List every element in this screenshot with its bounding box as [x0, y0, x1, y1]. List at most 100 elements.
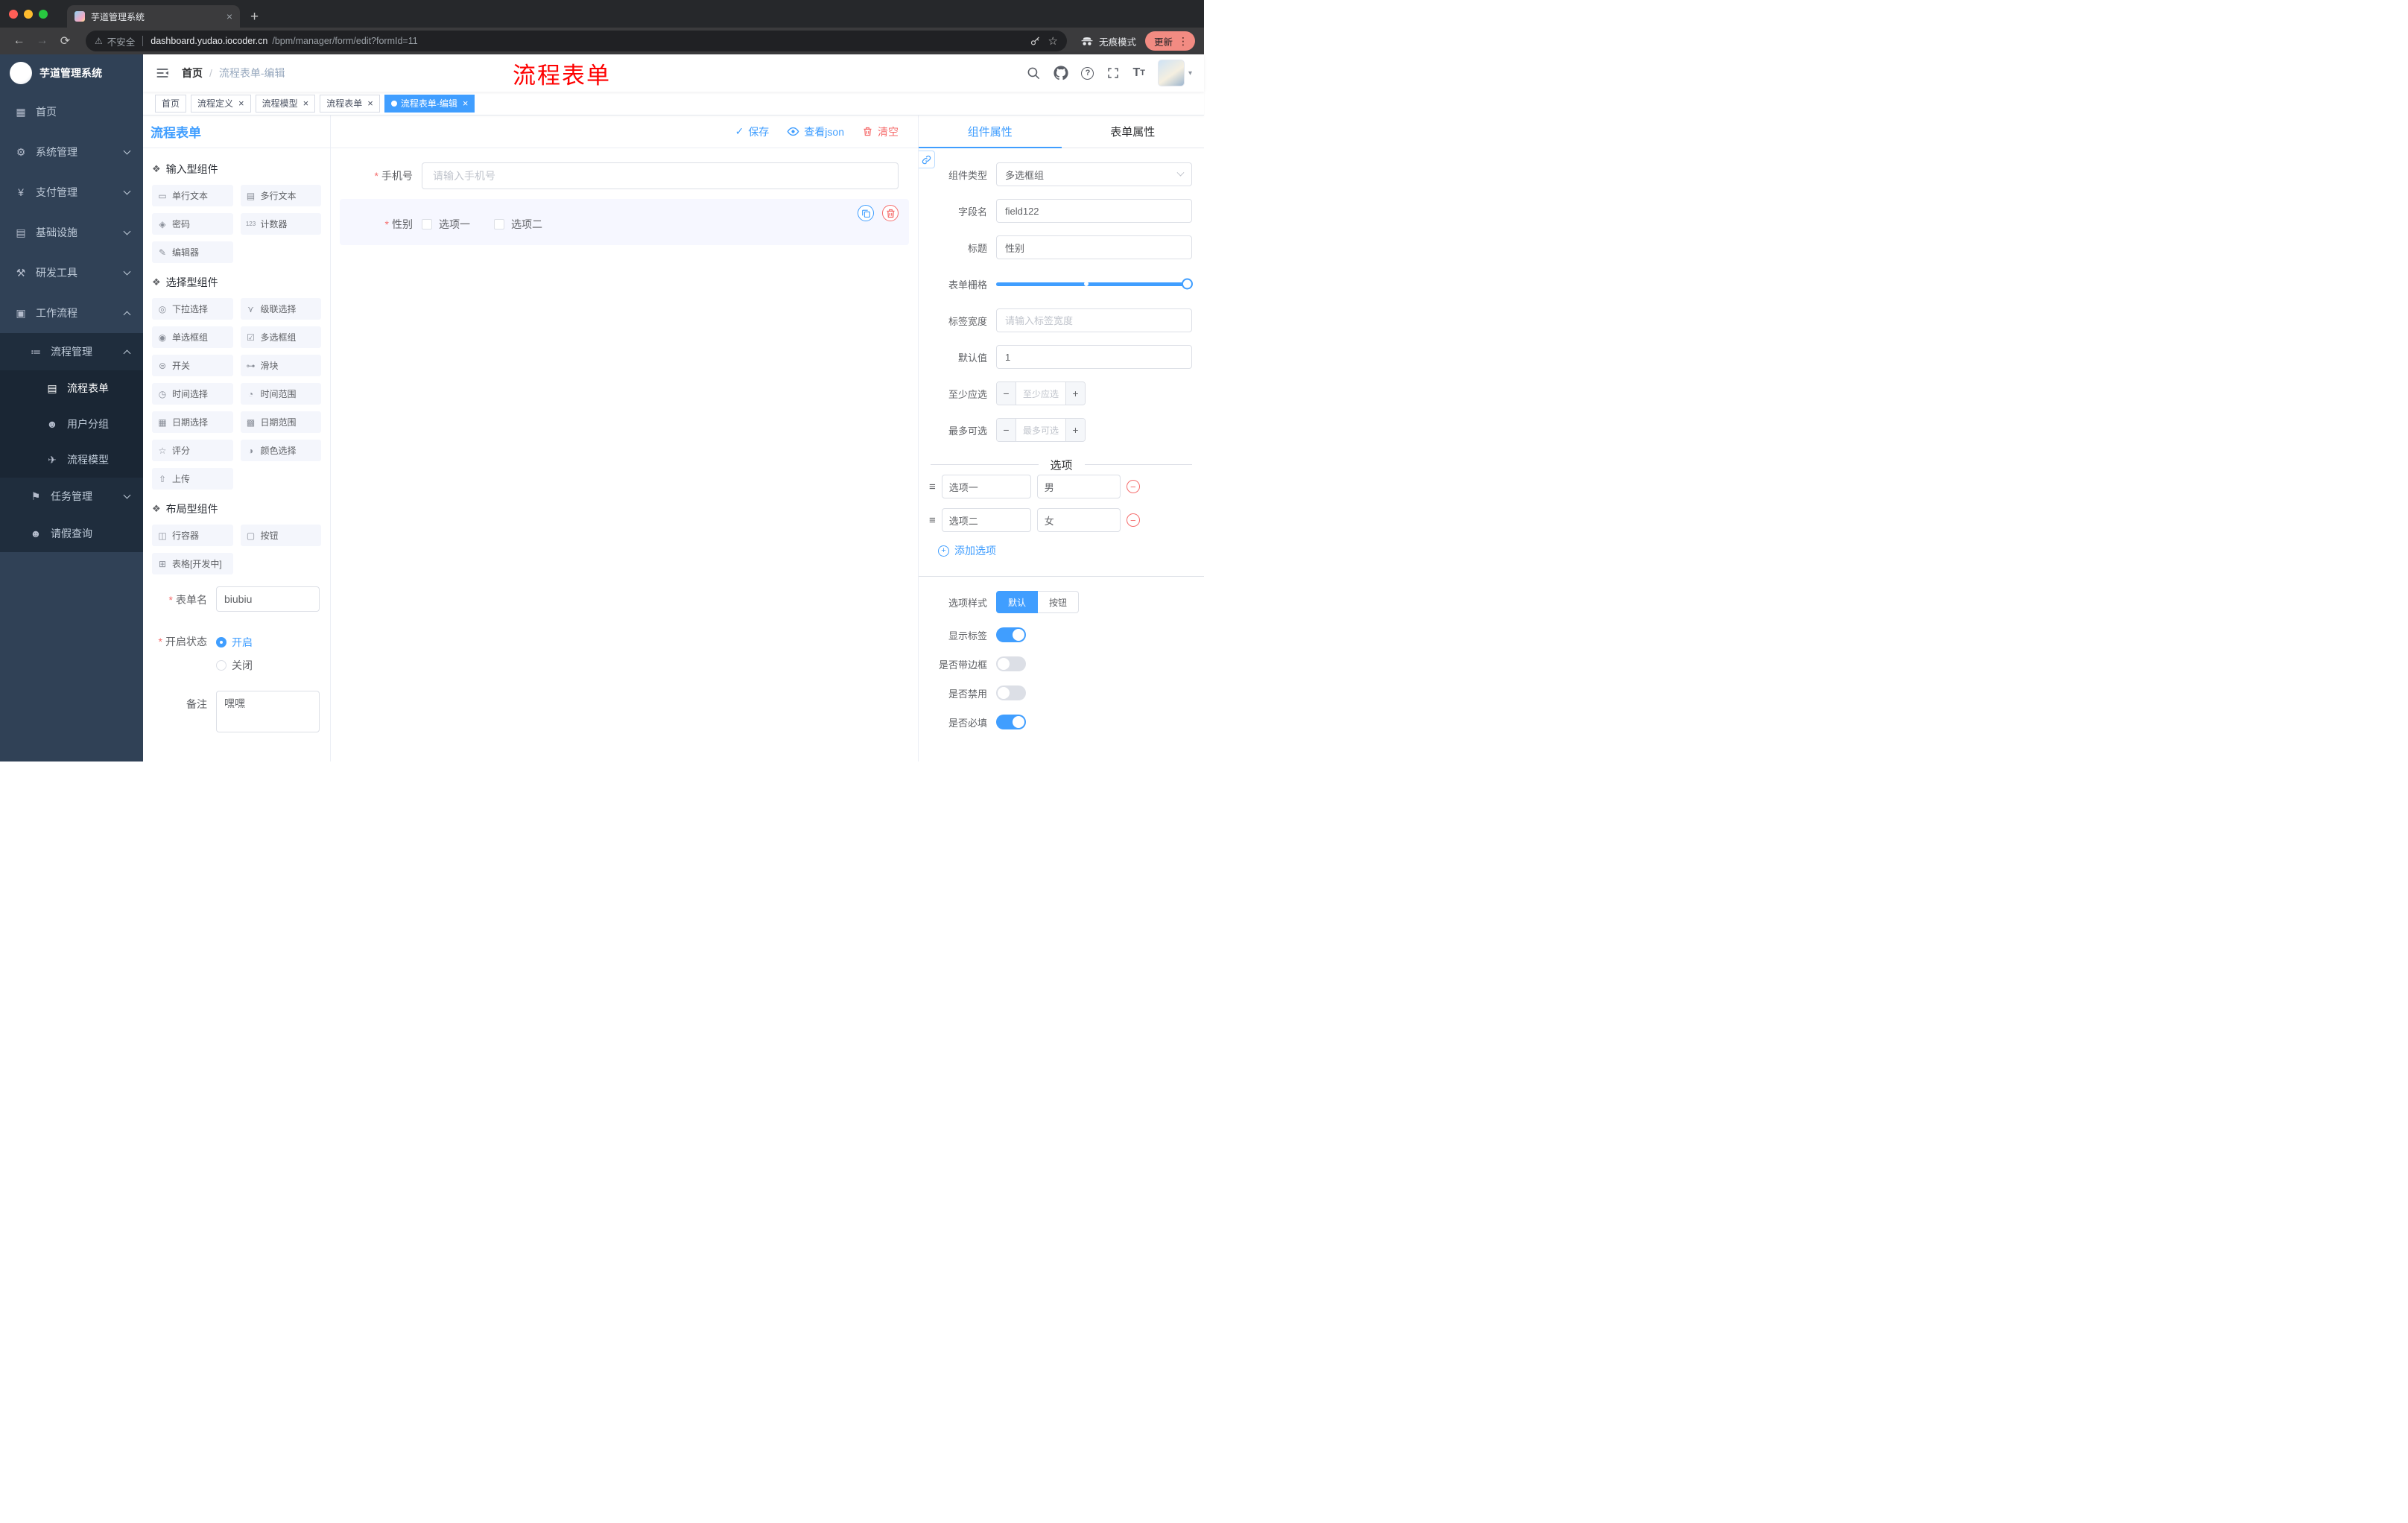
decrease-icon[interactable]: −	[997, 382, 1016, 405]
tag-process-form-edit[interactable]: 流程表单-编辑 ×	[384, 94, 475, 113]
gender-checkbox[interactable]: 选项二	[494, 217, 542, 232]
drag-handle-icon[interactable]: ≡	[929, 515, 936, 526]
sidebar-item-user-group[interactable]: ☻ 用户分组	[0, 406, 143, 442]
decrease-icon[interactable]: −	[997, 419, 1016, 441]
palette-item-time-picker[interactable]: ◷ 时间选择	[152, 383, 233, 405]
sidebar-item-infrastructure[interactable]: ▤ 基础设施	[0, 212, 143, 253]
breadcrumb-item[interactable]: 首页	[182, 66, 203, 80]
sidebar-item-task-management[interactable]: ⚑ 任务管理	[0, 478, 143, 515]
option-style-button[interactable]: 按钮	[1038, 591, 1080, 613]
save-button[interactable]: ✓ 保存	[735, 124, 770, 139]
sidebar-item-payment-management[interactable]: ¥ 支付管理	[0, 172, 143, 212]
minimize-window-button[interactable]	[24, 10, 33, 19]
palette-item-radio-group[interactable]: ◉ 单选框组	[152, 326, 233, 348]
title-input[interactable]	[996, 235, 1192, 259]
increase-icon[interactable]: +	[1065, 382, 1085, 405]
palette-item-time-range[interactable]: ◔ 时间范围	[240, 383, 321, 405]
palette-item-upload[interactable]: ⇧ 上传	[152, 468, 233, 490]
palette-item-row-container[interactable]: ◫ 行容器	[152, 525, 233, 546]
palette-item-cascader[interactable]: ⋎ 级联选择	[240, 298, 321, 320]
label-width-input[interactable]	[996, 308, 1192, 332]
palette-item-checkbox-group[interactable]: ☑ 多选框组	[240, 326, 321, 348]
canvas-field-mobile[interactable]: 手机号	[340, 157, 909, 194]
palette-item-password[interactable]: ◈ 密码	[152, 213, 233, 235]
tag-home[interactable]: 首页	[155, 94, 187, 113]
increase-icon[interactable]: +	[1065, 419, 1085, 441]
palette-item-single-line-text[interactable]: ▭ 单行文本	[152, 185, 233, 206]
tag-close-icon[interactable]: ×	[367, 98, 373, 108]
palette-item-date-range[interactable]: ▩ 日期范围	[240, 411, 321, 433]
password-key-icon[interactable]	[1030, 36, 1041, 47]
bookmark-star-icon[interactable]: ☆	[1048, 34, 1058, 48]
max-select-value[interactable]: 最多可选	[1016, 419, 1065, 441]
remark-textarea[interactable]	[216, 691, 320, 732]
tag-close-icon[interactable]: ×	[303, 98, 309, 108]
tag-close-icon[interactable]: ×	[463, 98, 469, 108]
option-label-input[interactable]	[941, 508, 1031, 532]
palette-item-counter[interactable]: 123 计数器	[240, 213, 321, 235]
user-menu[interactable]: ▾	[1157, 60, 1192, 86]
sidebar-item-dev-tools[interactable]: ⚒ 研发工具	[0, 253, 143, 293]
update-button[interactable]: 更新 ⋮	[1144, 31, 1195, 51]
hamburger-icon[interactable]	[155, 66, 170, 80]
delete-field-button[interactable]	[882, 205, 899, 221]
option-label-input[interactable]	[941, 475, 1031, 498]
sidebar-item-home[interactable]: ▦ 首页	[0, 92, 143, 132]
clear-button[interactable]: 清空	[862, 124, 899, 139]
required-switch[interactable]	[996, 715, 1026, 729]
sidebar-item-system-management[interactable]: ⚙ 系统管理	[0, 132, 143, 172]
disabled-switch[interactable]	[996, 685, 1026, 700]
copy-field-button[interactable]	[858, 205, 874, 221]
mobile-input[interactable]	[422, 162, 899, 189]
tag-process-definition[interactable]: 流程定义 ×	[191, 94, 251, 113]
tag-process-form[interactable]: 流程表单 ×	[320, 94, 380, 113]
github-icon[interactable]	[1054, 66, 1069, 80]
sidebar-item-process-management[interactable]: ≔ 流程管理	[0, 333, 143, 370]
back-icon[interactable]: ←	[9, 31, 29, 51]
canvas-field-gender[interactable]: 性别 选项一 选项二	[340, 199, 909, 245]
show-label-switch[interactable]	[996, 627, 1026, 642]
option-style-default[interactable]: 默认	[996, 591, 1039, 613]
help-icon[interactable]: ?	[1081, 66, 1094, 80]
view-json-button[interactable]: 查看json	[787, 124, 844, 139]
option-value-input[interactable]	[1036, 475, 1121, 498]
close-window-button[interactable]	[9, 10, 18, 19]
palette-item-multi-line-text[interactable]: ▤ 多行文本	[240, 185, 321, 206]
slider-handle-icon[interactable]	[1182, 278, 1193, 290]
font-size-icon[interactable]: TT	[1132, 67, 1145, 79]
tab-form-props[interactable]: 表单属性	[1062, 115, 1205, 148]
sidebar-item-leave-query[interactable]: ☻ 请假查询	[0, 515, 143, 552]
browser-menu-icon[interactable]: ⋮	[1176, 35, 1191, 48]
tag-process-model[interactable]: 流程模型 ×	[255, 94, 316, 113]
gender-checkbox[interactable]: 选项一	[422, 217, 470, 232]
palette-item-color-picker[interactable]: ◑ 颜色选择	[240, 440, 321, 461]
remove-option-icon[interactable]: −	[1126, 480, 1140, 493]
status-radio[interactable]: 关闭	[216, 651, 253, 673]
search-icon[interactable]	[1027, 66, 1041, 80]
palette-item-button[interactable]: ▢ 按钮	[240, 525, 321, 546]
min-select-value[interactable]: 至少应选	[1016, 382, 1065, 405]
palette-item-table[interactable]: ⊞ 表格[开发中]	[152, 553, 233, 574]
field-name-input[interactable]	[996, 199, 1192, 223]
status-radio[interactable]: 开启	[216, 628, 253, 650]
forward-icon[interactable]: →	[32, 31, 52, 51]
link-icon[interactable]	[919, 151, 935, 168]
sidebar-item-process-form[interactable]: ▤ 流程表单	[0, 370, 143, 406]
option-value-input[interactable]	[1036, 508, 1121, 532]
form-grid-slider[interactable]	[996, 272, 1193, 296]
sidebar-item-workflow[interactable]: ▣ 工作流程	[0, 293, 143, 333]
palette-item-switch[interactable]: ⊜ 开关	[152, 355, 233, 376]
palette-item-select[interactable]: ◎ 下拉选择	[152, 298, 233, 320]
tab-component-props[interactable]: 组件属性	[919, 115, 1062, 148]
border-switch[interactable]	[996, 656, 1026, 671]
palette-item-slider[interactable]: ⊶ 滑块	[240, 355, 321, 376]
zoom-window-button[interactable]	[39, 10, 48, 19]
add-option-button[interactable]: + 添加选项	[938, 543, 996, 558]
palette-item-editor[interactable]: ✎ 编辑器	[152, 241, 233, 263]
component-type-select[interactable]: 多选框组	[996, 162, 1192, 186]
fullscreen-icon[interactable]	[1106, 66, 1120, 80]
palette-item-rate[interactable]: ☆ 评分	[152, 440, 233, 461]
drag-handle-icon[interactable]: ≡	[929, 481, 936, 493]
tag-close-icon[interactable]: ×	[238, 98, 244, 108]
tab-close-icon[interactable]: ×	[226, 10, 232, 22]
